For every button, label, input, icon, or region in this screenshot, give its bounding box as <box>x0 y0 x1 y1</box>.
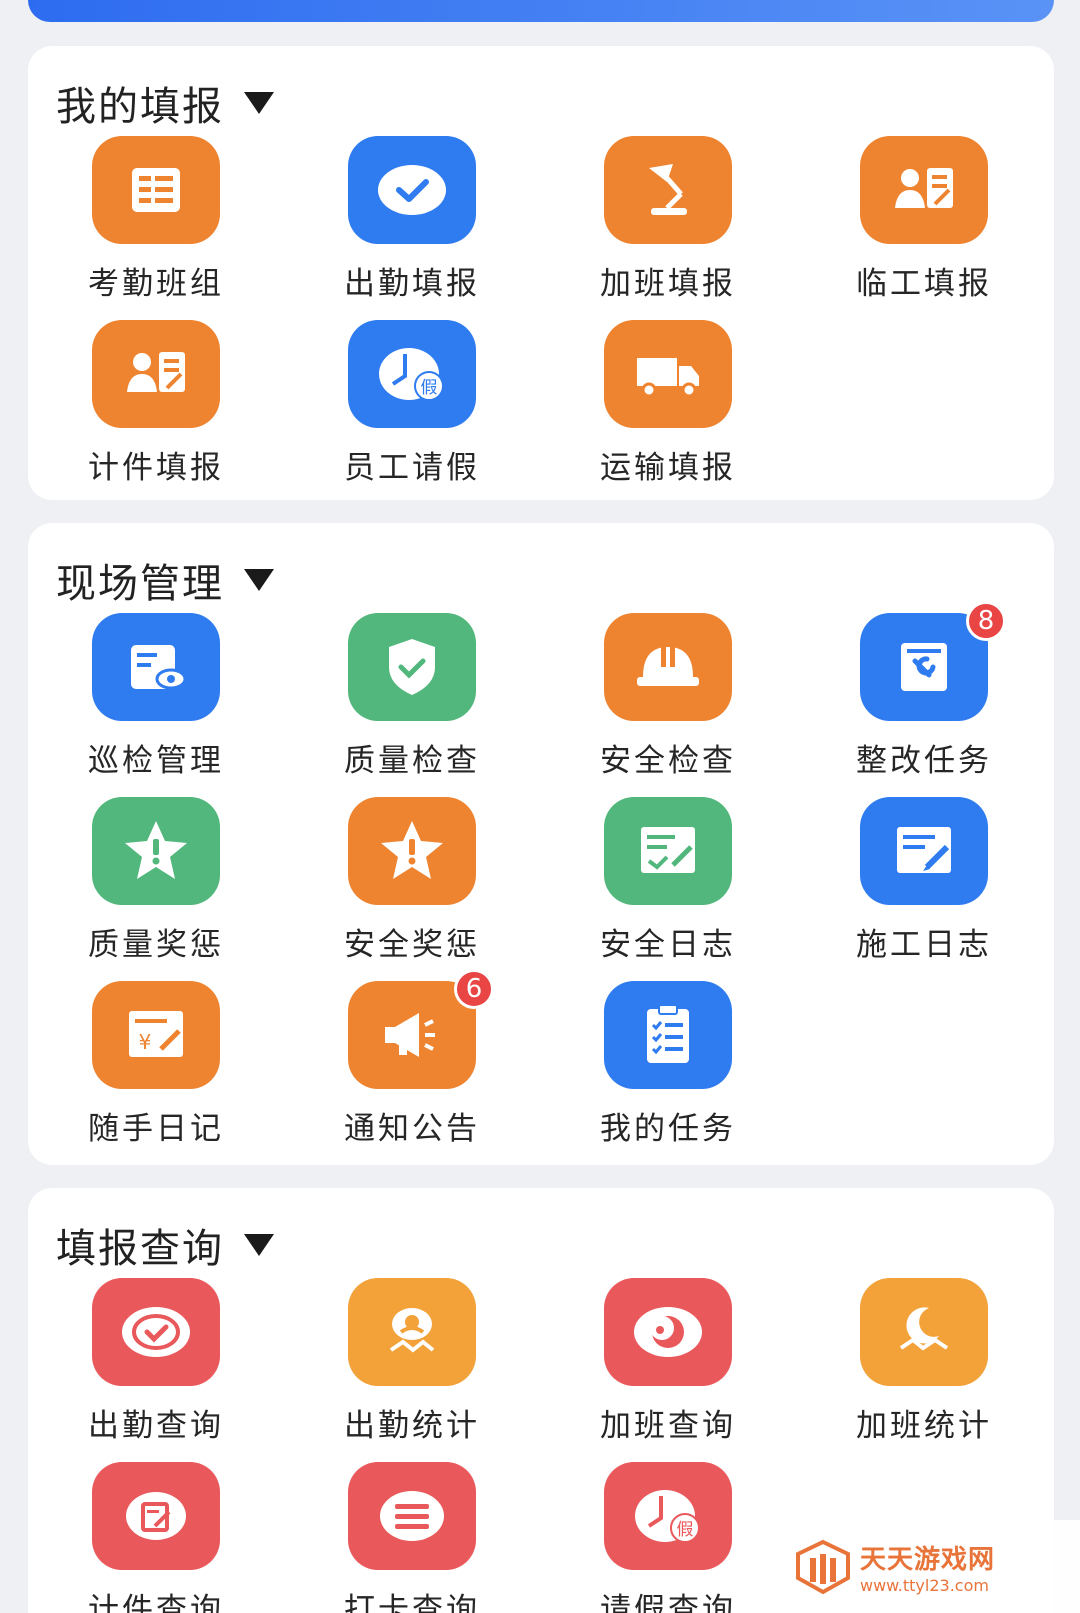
menu-item-label: 加班填报 <box>600 266 736 302</box>
clock-leave-icon: 假 <box>348 320 476 428</box>
hard-hat-icon <box>604 613 732 721</box>
menu-item-label: 出勤查询 <box>88 1408 224 1444</box>
section-header[interactable]: 填报查询 <box>56 1216 274 1274</box>
menu-item-label: 请假查询 <box>600 1592 736 1613</box>
log-check-icon <box>604 797 732 905</box>
menu-item-safety-reward-penalty[interactable]: 安全奖惩 <box>284 797 540 979</box>
menu-item-safety-log[interactable]: 安全日志 <box>540 797 796 979</box>
notification-badge: 6 <box>454 969 494 1009</box>
menu-item-quick-diary[interactable]: ¥ 随手日记 <box>28 981 284 1163</box>
menu-item-clock-in-query[interactable]: 打卡查询 <box>284 1462 540 1613</box>
menu-item-piecework-report[interactable]: 计件填报 <box>28 320 284 502</box>
check-circle-icon <box>92 1278 220 1386</box>
roster-icon <box>92 136 220 244</box>
desk-lamp-icon <box>604 136 732 244</box>
section-site-management: 现场管理 巡检管理 质量检查 安全检查 整改任务 8 质量奖惩 安全奖惩 安全日… <box>28 523 1054 1165</box>
inspect-doc-icon <box>92 613 220 721</box>
svg-text:¥: ¥ <box>139 1030 152 1054</box>
menu-item-label: 通知公告 <box>344 1111 480 1147</box>
menu-item-leave-query[interactable]: 假 请假查询 <box>540 1462 796 1613</box>
top-banner <box>28 0 1054 22</box>
menu-item-label: 巡检管理 <box>88 743 224 779</box>
moon-stat-icon <box>860 1278 988 1386</box>
menu-item-label: 加班查询 <box>600 1408 736 1444</box>
star-alert-icon <box>348 797 476 905</box>
menu-item-overtime-stats[interactable]: 加班统计 <box>796 1278 1052 1460</box>
worker-form-icon <box>92 320 220 428</box>
app-home: 我的填报 考勤班组 出勤填报 加班填报 临工填报 计件填报 假 员工请假 运输填… <box>0 0 1080 1613</box>
person-stat-icon <box>348 1278 476 1386</box>
menu-item-attendance-stats[interactable]: 出勤统计 <box>284 1278 540 1460</box>
section-my-reports: 我的填报 考勤班组 出勤填报 加班填报 临工填报 计件填报 假 员工请假 运输填… <box>28 46 1054 500</box>
watermark: 天天游戏网 www.ttyl23.com <box>780 1520 1080 1613</box>
menu-item-temp-worker-report[interactable]: 临工填报 <box>796 136 1052 318</box>
truck-icon <box>604 320 732 428</box>
menu-item-employee-leave[interactable]: 假 员工请假 <box>284 320 540 502</box>
menu-item-rectification-task[interactable]: 整改任务 8 <box>796 601 1052 795</box>
svg-text:假: 假 <box>421 378 438 398</box>
menu-item-label: 质量奖惩 <box>88 927 224 963</box>
menu-item-label: 安全日志 <box>600 927 736 963</box>
watermark-title: 天天游戏网 <box>860 1544 996 1575</box>
clock-leave-icon: 假 <box>604 1462 732 1570</box>
star-alert-icon <box>92 797 220 905</box>
menu-item-label: 打卡查询 <box>344 1592 480 1613</box>
log-edit-icon <box>860 797 988 905</box>
notification-badge: 8 <box>966 601 1006 641</box>
moon-circle-icon <box>604 1278 732 1386</box>
menu-item-label: 施工日志 <box>856 927 992 963</box>
section-header[interactable]: 现场管理 <box>56 551 274 609</box>
menu-item-label: 临工填报 <box>856 266 992 302</box>
menu-item-label: 出勤统计 <box>344 1408 480 1444</box>
menu-item-quality-check[interactable]: 质量检查 <box>284 613 540 795</box>
menu-item-label: 运输填报 <box>600 450 736 486</box>
caret-down-icon[interactable] <box>244 569 274 591</box>
menu-item-patrol-management[interactable]: 巡检管理 <box>28 613 284 795</box>
menu-item-notice[interactable]: 通知公告 6 <box>284 969 540 1163</box>
menu-item-quality-reward-penalty[interactable]: 质量奖惩 <box>28 797 284 979</box>
worker-form-icon <box>860 136 988 244</box>
menu-item-label: 员工请假 <box>344 450 480 486</box>
menu-item-label: 安全奖惩 <box>344 927 480 963</box>
menu-item-overtime-report[interactable]: 加班填报 <box>540 136 796 318</box>
svg-text:假: 假 <box>677 1520 694 1540</box>
section-title: 现场管理 <box>56 561 224 607</box>
section-header[interactable]: 我的填报 <box>56 74 274 132</box>
menu-item-overtime-query[interactable]: 加班查询 <box>540 1278 796 1460</box>
menu-item-label: 出勤填报 <box>344 266 480 302</box>
watermark-logo-icon <box>796 1539 850 1594</box>
menu-item-piecework-query[interactable]: 计件查询 <box>28 1462 284 1613</box>
menu-item-label: 整改任务 <box>856 743 992 779</box>
menu-item-label: 考勤班组 <box>88 266 224 302</box>
menu-item-my-tasks[interactable]: 我的任务 <box>540 981 796 1163</box>
edit-circle-icon <box>92 1462 220 1570</box>
menu-item-label: 加班统计 <box>856 1408 992 1444</box>
menu-item-construction-log[interactable]: 施工日志 <box>796 797 1052 979</box>
section-title: 填报查询 <box>56 1226 224 1272</box>
list-circle-icon <box>348 1462 476 1570</box>
menu-item-label: 随手日记 <box>88 1111 224 1147</box>
menu-item-safety-check[interactable]: 安全检查 <box>540 613 796 795</box>
menu-item-transport-report[interactable]: 运输填报 <box>540 320 796 502</box>
menu-item-attendance-team[interactable]: 考勤班组 <box>28 136 284 318</box>
shield-check-icon <box>348 613 476 721</box>
caret-down-icon[interactable] <box>244 1234 274 1256</box>
clipboard-list-icon <box>604 981 732 1089</box>
menu-item-attendance-report[interactable]: 出勤填报 <box>284 136 540 318</box>
menu-item-label: 计件查询 <box>88 1592 224 1613</box>
watermark-url: www.ttyl23.com <box>860 1575 989 1595</box>
menu-item-label: 质量检查 <box>344 743 480 779</box>
check-circle-icon <box>348 136 476 244</box>
menu-item-label: 计件填报 <box>88 450 224 486</box>
menu-item-label: 我的任务 <box>600 1111 736 1147</box>
menu-item-attendance-query[interactable]: 出勤查询 <box>28 1278 284 1460</box>
section-title: 我的填报 <box>56 84 224 130</box>
caret-down-icon[interactable] <box>244 92 274 114</box>
yuan-note-icon: ¥ <box>92 981 220 1089</box>
menu-item-label: 安全检查 <box>600 743 736 779</box>
